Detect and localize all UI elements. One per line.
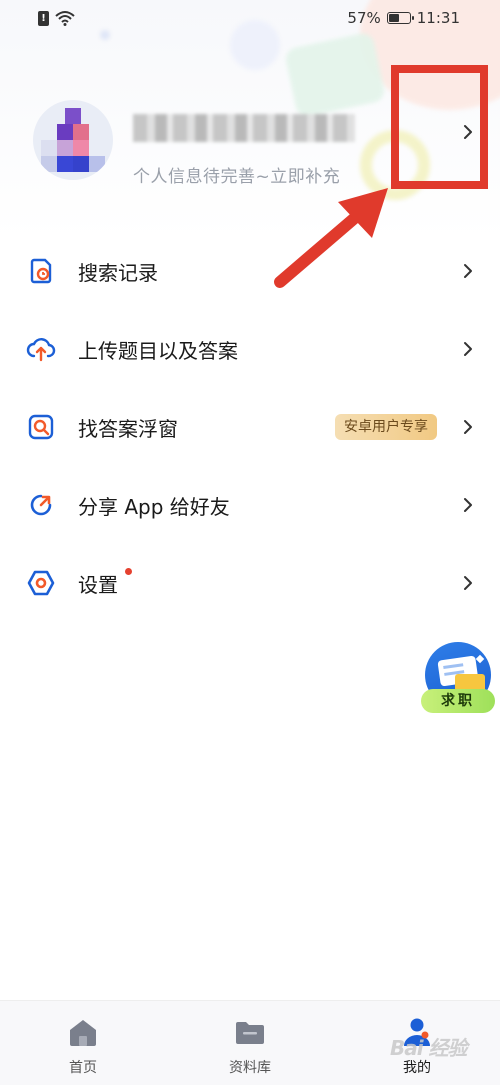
avatar-pixel (73, 156, 89, 172)
nav-label: 资料库 (229, 1060, 271, 1076)
menu-item-label: 设置 (78, 573, 118, 597)
settings-icon (27, 570, 55, 596)
folder-icon (236, 1022, 264, 1044)
find-answer-window-icon (28, 414, 54, 440)
annotation-highlight-box (391, 65, 488, 189)
android-exclusive-badge: 安卓用户专享 (335, 414, 437, 440)
avatar-pixel (41, 140, 57, 156)
share-icon (30, 494, 52, 516)
watermark: Bai 经验 (390, 1036, 468, 1060)
menu-list: 搜索记录 上传题目以及答案 找答案浮窗 安卓用户专享 分享 App 给好友 设置 (0, 232, 500, 622)
menu-item-label: 上传题目以及答案 (78, 339, 238, 363)
sim-alert-icon: ! (38, 10, 49, 26)
sparkle-icon (475, 654, 485, 664)
avatar-pixel (57, 156, 73, 172)
status-left: ! (38, 10, 75, 26)
chevron-right-icon (464, 342, 472, 356)
menu-item-label: 搜索记录 (78, 261, 158, 285)
avatar[interactable] (33, 100, 113, 180)
menu-item-share-app[interactable]: 分享 App 给好友 (0, 466, 500, 544)
job-float-button[interactable]: 求职 (421, 642, 495, 716)
home-icon (70, 1020, 96, 1046)
status-bar: ! 57% 11:31 (0, 0, 500, 38)
chevron-right-icon (464, 576, 472, 590)
menu-item-find-answer-window[interactable]: 找答案浮窗 安卓用户专享 (0, 388, 500, 466)
cloud-upload-icon (26, 338, 56, 362)
menu-item-label: 找答案浮窗 (78, 417, 178, 441)
menu-item-settings[interactable]: 设置 (0, 544, 500, 622)
avatar-pixel (57, 124, 73, 140)
chevron-right-icon (464, 420, 472, 434)
menu-item-upload[interactable]: 上传题目以及答案 (0, 310, 500, 388)
avatar-pixel (73, 140, 89, 156)
nav-item-home[interactable]: 首页 (28, 1001, 138, 1085)
clock: 11:31 (416, 9, 460, 27)
avatar-pixel (89, 156, 105, 172)
nav-label: 首页 (69, 1060, 97, 1076)
wifi-icon (55, 11, 75, 26)
avatar-pixel (65, 108, 81, 124)
search-history-icon (30, 258, 52, 284)
notification-dot (125, 568, 132, 575)
avatar-pixel (57, 140, 73, 156)
battery-icon (386, 12, 414, 24)
chevron-right-icon (464, 498, 472, 512)
username-obscured[interactable] (133, 114, 355, 142)
battery-percent: 57% (347, 9, 381, 27)
menu-item-label: 分享 App 给好友 (78, 495, 230, 519)
avatar-pixel (41, 156, 57, 172)
job-float-label: 求职 (421, 689, 495, 713)
status-right: 57% 11:31 (347, 9, 460, 27)
avatar-pixel (73, 124, 89, 140)
chevron-right-icon (464, 264, 472, 278)
nav-item-library[interactable]: 资料库 (195, 1001, 305, 1085)
menu-item-search-history[interactable]: 搜索记录 (0, 232, 500, 310)
battery-fill (388, 14, 400, 22)
